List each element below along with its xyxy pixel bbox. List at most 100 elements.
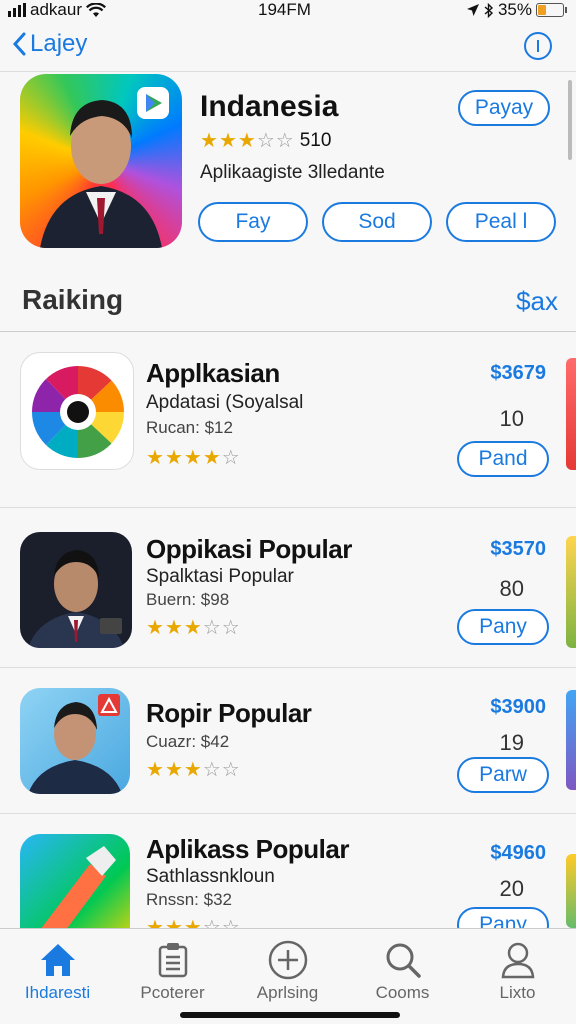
star-empty-icon: ☆ (275, 130, 294, 152)
app-count: 19 (499, 730, 524, 755)
tab-home[interactable]: Ihdaresti (0, 937, 115, 1003)
tab-label: Cooms (375, 983, 430, 1002)
featured-app: Indanesia ★ ★ ★ ☆ ☆ 510 Aplikaagiste 3lledan… (0, 74, 576, 254)
tab-pcoterer[interactable]: Pcoterer (115, 937, 230, 1003)
app-icon[interactable] (20, 352, 134, 470)
tab-cooms[interactable]: Cooms (345, 937, 460, 1003)
app-action-button[interactable]: Parw (457, 757, 549, 793)
star-filled-icon: ★ (183, 617, 202, 639)
star-filled-icon: ★ (237, 130, 256, 152)
next-card-edge (566, 536, 576, 648)
clipboard-icon (158, 943, 187, 978)
home-icon (40, 944, 75, 976)
app-subtitle: Apdatasi (Soyalsal (146, 392, 304, 413)
star-empty-icon: ☆ (202, 617, 221, 639)
app-list-item[interactable]: Aplikass Popular Sathlassnkloun Rnssn: $… (0, 814, 576, 928)
app-meta: Rnssn: $32 (146, 890, 232, 909)
app-title: Oppikasi Popular (146, 534, 352, 564)
app-stars: ★ ★ ★ ☆ ☆ (146, 918, 240, 928)
app-list-item[interactable]: Ropir Popular Cuazr: $42 ★ ★ ★ ☆ ☆ $3900 19 … (0, 668, 576, 814)
app-title: Aplikass Popular (146, 834, 349, 864)
star-filled-icon: ★ (146, 759, 164, 781)
brush-icon (41, 846, 116, 928)
featured-app-icon[interactable] (20, 74, 182, 248)
navigation-bar: Lajey (0, 22, 576, 72)
section-title: Raiking (22, 284, 124, 315)
tab-label: Lixto (499, 983, 536, 1002)
star-filled-icon: ★ (164, 759, 183, 781)
app-rating: ★ ★ ★ ☆ ☆ (146, 760, 240, 781)
app-meta: Buern: $98 (146, 590, 230, 609)
battery-fill (538, 5, 547, 15)
carrier-label: adkaur (30, 0, 82, 19)
app-action-button[interactable]: Pand (457, 441, 549, 477)
carrier-group: adkaur (8, 0, 106, 20)
app-title: Applkasian (146, 358, 280, 388)
app-price: $4960 (490, 842, 546, 864)
featured-button-3[interactable]: Peal l (446, 202, 556, 242)
app-subtitle: Spalktasi Popular (146, 566, 294, 587)
featured-rating: ★ ★ ★ ☆ ☆ 510 (200, 130, 331, 152)
star-filled-icon: ★ (183, 759, 202, 781)
app-meta: Rucan: $12 (146, 418, 233, 437)
battery-icon (536, 3, 567, 17)
info-button[interactable] (524, 32, 552, 60)
info-icon (537, 40, 539, 52)
featured-button-2[interactable]: Sod (322, 202, 432, 242)
play-badge-icon (137, 87, 169, 119)
tab-lixto[interactable]: Lixto (460, 937, 575, 1003)
app-icon[interactable] (20, 532, 132, 648)
tab-bar: Ihdaresti Pcoterer Aprlsing Cooms Lixto (0, 928, 576, 1024)
star-empty-icon: ☆ (202, 917, 221, 928)
app-stars: ★ ★ ★ ☆ ☆ (146, 760, 240, 780)
app-action-button[interactable]: Pany (457, 907, 549, 928)
app-stars: ★ ★ ★ ★ ☆ (146, 448, 240, 468)
ranking-section-header: Raiking $ax (0, 282, 576, 332)
star-empty-icon: ☆ (221, 447, 240, 469)
featured-rating-value: 510 (299, 130, 332, 151)
star-empty-icon: ☆ (221, 917, 240, 928)
app-price: $3679 (490, 362, 546, 384)
color-wheel-icon (32, 366, 124, 458)
status-right: 35% (466, 0, 567, 20)
star-empty-icon: ☆ (256, 130, 275, 152)
app-stars: ★ ★ ★ ☆ ☆ (146, 618, 240, 638)
app-meta: Cuazr: $42 (146, 732, 230, 751)
app-icon[interactable] (20, 688, 130, 794)
next-card-edge (566, 854, 576, 928)
star-empty-icon: ☆ (221, 759, 240, 781)
person-portrait (28, 694, 122, 794)
bluetooth-icon (484, 2, 493, 18)
star-filled-icon: ★ (202, 447, 221, 469)
location-arrow-icon (466, 4, 479, 16)
person-icon (501, 942, 534, 979)
app-rating: ★ ★ ★ ★ ☆ (146, 448, 240, 469)
status-time: 194FM (258, 0, 311, 19)
star-filled-icon: ★ (146, 917, 164, 928)
next-card-edge (566, 690, 576, 790)
app-list-item[interactable]: Oppikasi Popular Spalktasi Popular Buern… (0, 508, 576, 668)
star-filled-icon: ★ (200, 130, 218, 152)
featured-app-subtitle: Aplikaagiste 3lledante (200, 162, 385, 183)
featured-top-button[interactable]: Payay (458, 90, 550, 126)
tab-aprlsing[interactable]: Aprlsing (230, 937, 345, 1003)
back-label: Lajey (30, 30, 88, 57)
app-list-item[interactable]: Applkasian Apdatasi (Soyalsal Rucan: $12… (0, 340, 576, 508)
signal-icon (8, 3, 26, 17)
star-filled-icon: ★ (146, 447, 164, 469)
back-button[interactable]: Lajey (12, 30, 87, 58)
star-filled-icon: ★ (164, 917, 183, 928)
search-icon (386, 943, 421, 978)
featured-button-1[interactable]: Fay (198, 202, 308, 242)
chevron-left-icon (12, 32, 26, 56)
app-count: 20 (499, 876, 524, 901)
app-action-button[interactable]: Pany (457, 609, 549, 645)
battery-percent: 35% (497, 0, 532, 19)
app-rating: ★ ★ ★ ☆ ☆ (146, 918, 240, 928)
app-count: 80 (499, 576, 524, 601)
app-icon[interactable] (20, 834, 130, 928)
app-price: $3900 (490, 696, 546, 718)
home-indicator[interactable] (180, 1012, 400, 1018)
star-empty-icon: ☆ (202, 759, 221, 781)
section-action-link[interactable]: $ax (516, 286, 558, 317)
